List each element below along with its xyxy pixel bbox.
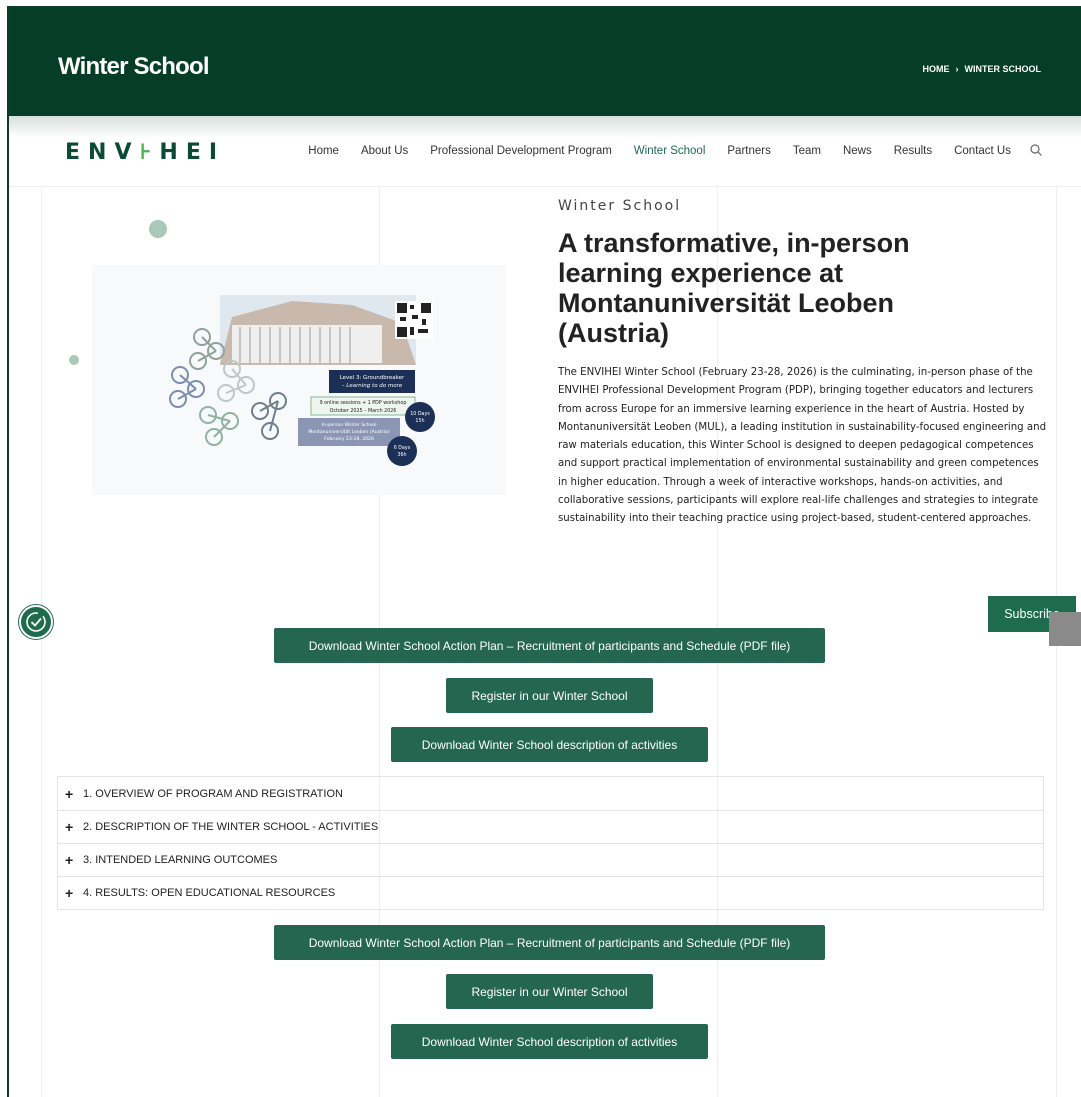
breadcrumb-home-link[interactable]: HOME — [923, 64, 950, 74]
envihei-logo[interactable]: ENV⊦HEI — [65, 140, 225, 165]
page-title: Winter School — [58, 53, 210, 80]
nav-item-team[interactable]: Team — [793, 145, 821, 157]
badge1-line2: 15h — [415, 418, 424, 424]
logo-text-prefix: ENV — [65, 140, 140, 165]
side-tab[interactable] — [1049, 612, 1081, 646]
level-subtitle: – Learning to do more — [342, 383, 403, 389]
plus-icon: + — [65, 852, 74, 868]
breadcrumb: HOME › WINTER SCHOOL — [923, 64, 1042, 74]
hero-description: The ENVIHEI Winter School (February 23-2… — [558, 367, 1047, 525]
nav-item-partners[interactable]: Partners — [727, 145, 770, 157]
download-action-plan-button[interactable]: Download Winter School Action Plan – Rec… — [274, 628, 825, 663]
nav-menu: Home About Us Professional Development P… — [308, 145, 1011, 157]
breadcrumb-current: WINTER SCHOOL — [964, 64, 1042, 74]
nav-item-professional-development-program[interactable]: Professional Development Program — [430, 145, 612, 157]
layout-guide — [41, 187, 42, 1097]
register-button[interactable]: Register in our Winter School — [446, 974, 653, 1009]
nav-item-results[interactable]: Results — [894, 145, 932, 157]
nav-item-news[interactable]: News — [843, 145, 872, 157]
accordion-item-overview[interactable]: + 1. OVERVIEW OF PROGRAM AND REGISTRATIO… — [58, 777, 1043, 810]
plus-icon: + — [65, 819, 74, 835]
hero-heading: A transformative, in-person learning exp… — [558, 228, 910, 348]
download-description-button[interactable]: Download Winter School description of ac… — [391, 1024, 708, 1059]
plus-icon: + — [65, 885, 74, 901]
nav-item-winter-school[interactable]: Winter School — [634, 145, 706, 157]
nav-shadow — [9, 116, 1081, 138]
accordion-item-results[interactable]: + 4. RESULTS: OPEN EDUCATIONAL RESOURCES — [58, 876, 1043, 909]
inperson-line1: In-person Winter School — [322, 422, 377, 428]
badge1-line1: 10 Days — [410, 411, 430, 417]
accessibility-button[interactable] — [19, 605, 53, 639]
accordion-item-learning-outcomes[interactable]: + 3. INTENDED LEARNING OUTCOMES — [58, 843, 1043, 876]
nav-item-contact-us[interactable]: Contact Us — [954, 145, 1011, 157]
register-button[interactable]: Register in our Winter School — [446, 678, 653, 713]
download-description-button[interactable]: Download Winter School description of ac… — [391, 727, 708, 762]
plus-icon: + — [65, 785, 74, 802]
sessions-line1: 9 online sessions + 1 PDP workshop — [320, 400, 407, 406]
nav-item-about-us[interactable]: About Us — [361, 145, 408, 157]
decorative-dot — [69, 355, 79, 365]
accordion-label: 3. INTENDED LEARNING OUTCOMES — [83, 854, 278, 866]
inperson-line3: February 23-28, 2026 — [324, 436, 374, 442]
download-action-plan-button[interactable]: Download Winter School Action Plan – Rec… — [274, 925, 825, 960]
accordion-label: 2. DESCRIPTION OF THE WINTER SCHOOL - AC… — [83, 821, 379, 833]
logo-text-suffix: HEI — [159, 140, 226, 165]
search-icon[interactable] — [1029, 143, 1043, 157]
leaf-icon: ⊦ — [139, 140, 160, 165]
sessions-line2: October 2025 – March 2026 — [330, 408, 397, 414]
program-accordion: + 1. OVERVIEW OF PROGRAM AND REGISTRATIO… — [57, 776, 1044, 910]
accessibility-icon — [26, 612, 46, 632]
decorative-dot — [149, 220, 167, 238]
accordion-label: 1. OVERVIEW OF PROGRAM AND REGISTRATION — [83, 787, 343, 800]
page-header-banner: Winter School HOME › WINTER SCHOOL — [9, 8, 1081, 116]
section-eyebrow: Winter School — [558, 198, 682, 214]
inperson-line2: Montanuniversität Leoben (Austria) — [308, 429, 390, 435]
badge2-line2: 36h — [397, 452, 406, 458]
level-title: Level 3: Groundbreaker — [340, 375, 405, 381]
winter-school-infographic: Level 3: Groundbreaker – Learning to do … — [92, 265, 506, 495]
main-navigation: ENV⊦HEI Home About Us Professional Devel… — [9, 138, 1081, 187]
badge2-line1: 6 Days — [394, 445, 411, 451]
accordion-item-description[interactable]: + 2. DESCRIPTION OF THE WINTER SCHOOL - … — [58, 810, 1043, 843]
nav-item-home[interactable]: Home — [308, 145, 339, 157]
breadcrumb-separator-icon: › — [955, 64, 959, 74]
infographic-illustration: Level 3: Groundbreaker – Learning to do … — [169, 295, 435, 466]
accordion-label: 4. RESULTS: OPEN EDUCATIONAL RESOURCES — [83, 887, 336, 899]
